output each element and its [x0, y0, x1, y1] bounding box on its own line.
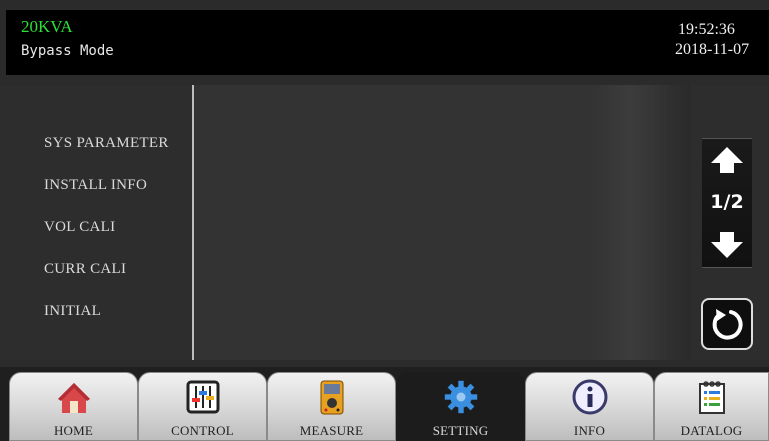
tab-datalog-label: DATALOG [680, 423, 743, 438]
tab-datalog[interactable]: DATALOG [654, 372, 769, 441]
tab-info[interactable]: INFO [525, 372, 654, 441]
gear-icon [443, 379, 479, 415]
multimeter-icon [314, 379, 350, 415]
refresh-button[interactable] [701, 298, 753, 350]
tab-control-label: CONTROL [171, 423, 234, 438]
menu-item-initial[interactable]: INITIAL [44, 303, 101, 320]
tab-home[interactable]: HOME [9, 372, 138, 441]
tab-setting-label: SETTING [432, 423, 489, 438]
arrow-up-icon [711, 147, 743, 173]
content-panel [194, 85, 690, 360]
tab-info-label: INFO [573, 423, 606, 438]
datalog-notepad-icon [694, 379, 730, 415]
model-rating: 20KVA [21, 17, 73, 36]
page-down-button[interactable] [702, 226, 752, 264]
menu-item-install-info[interactable]: INSTALL INFO [44, 177, 147, 194]
page-indicator: 1/2 [710, 191, 744, 213]
tab-setting[interactable]: SETTING [396, 372, 525, 441]
page-navigator: 1/2 [702, 138, 752, 268]
info-icon [572, 379, 608, 415]
arrow-down-icon [711, 232, 743, 258]
clock-date: 2018-11-07 [675, 41, 750, 58]
ups-screen: 20KVA Bypass Mode 19:52:36 2018-11-07 SY… [0, 0, 769, 441]
operating-mode: Bypass Mode [21, 43, 114, 59]
tab-measure[interactable]: MEASURE [267, 372, 396, 441]
page-up-button[interactable] [702, 141, 752, 179]
home-icon [56, 379, 92, 415]
tab-measure-label: MEASURE [299, 423, 364, 438]
menu-item-curr-cali[interactable]: CURR CALI [44, 261, 126, 278]
refresh-icon [712, 309, 743, 340]
clock-time: 19:52:36 [678, 21, 735, 38]
control-sliders-icon [185, 379, 221, 415]
menu-item-vol-cali[interactable]: VOL CALI [44, 219, 115, 236]
menu-item-sys-parameter[interactable]: SYS PARAMETER [44, 135, 169, 152]
tab-control[interactable]: CONTROL [138, 372, 267, 441]
tab-home-label: HOME [53, 423, 94, 438]
status-header [6, 10, 769, 75]
